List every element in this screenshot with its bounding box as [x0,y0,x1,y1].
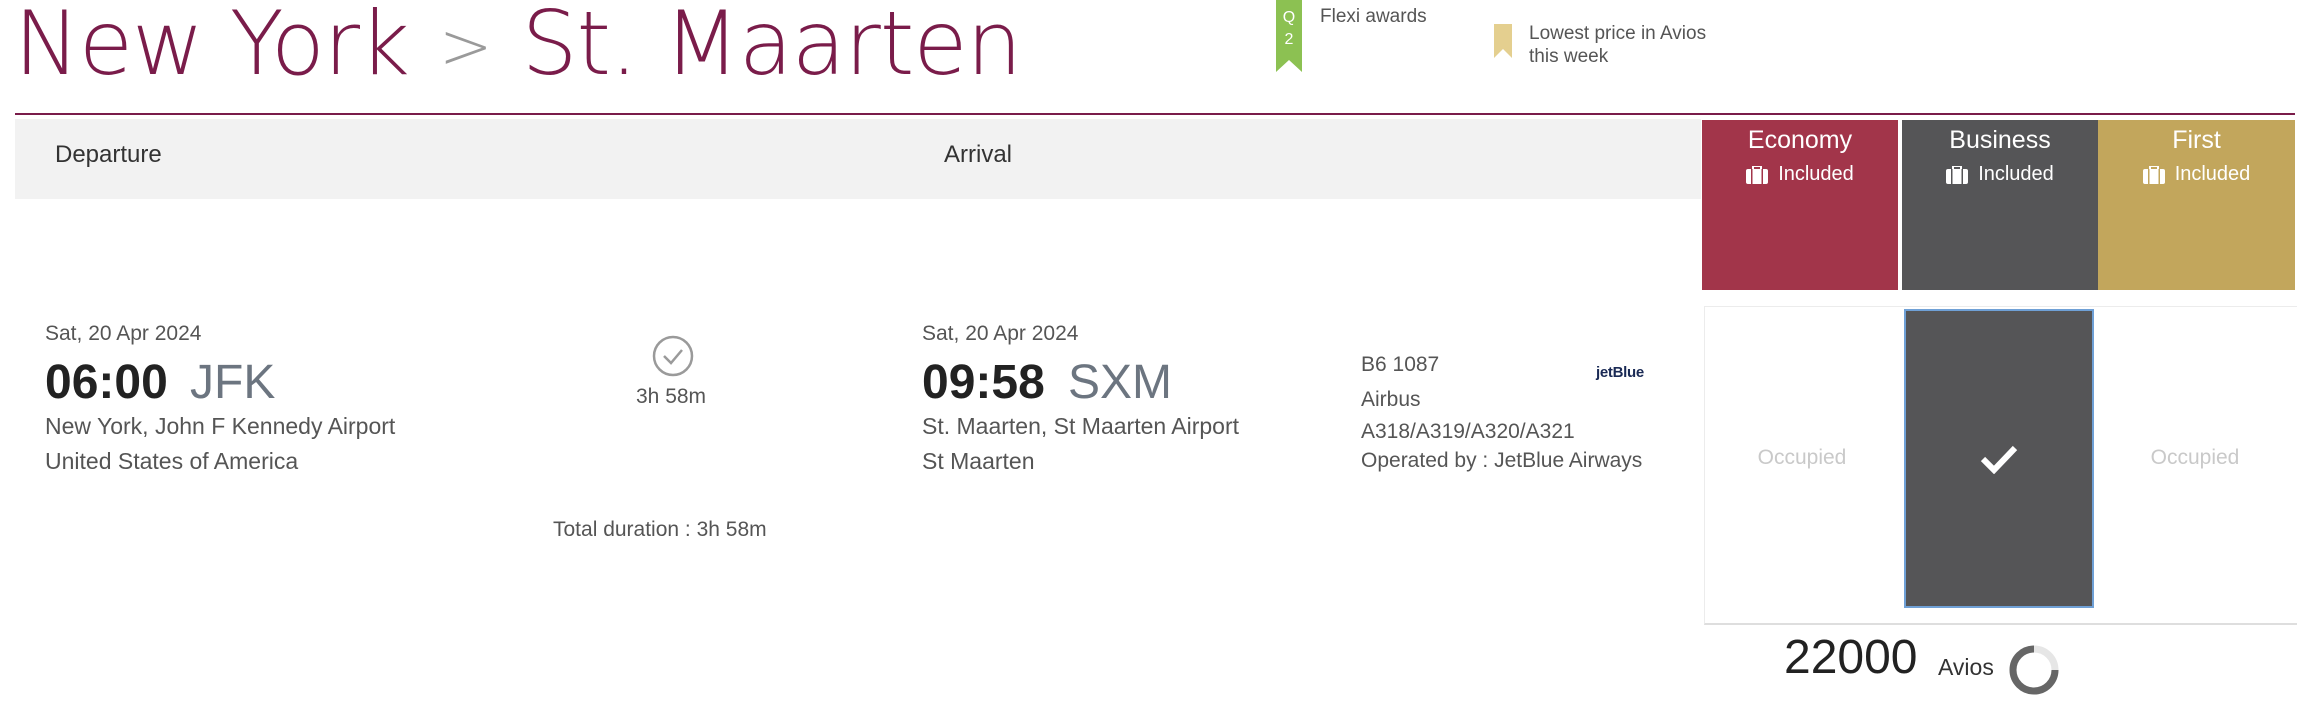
baggage-icon [1946,165,1969,184]
departure-date: Sat, 20 Apr 2024 [45,322,202,345]
baggage-info-business: Included [1946,163,2054,186]
departure-country: United States of America [45,448,299,474]
departure-location: New York, John F Kennedy Airport United … [45,409,395,479]
cabin-name-economy: Economy [1747,126,1853,154]
destination-city: St. Maarten [521,0,1023,95]
cabin-name-business: Business [1949,126,2051,154]
fare-business-selected[interactable] [1904,309,2094,608]
baggage-label-economy: Included [1778,163,1854,185]
arrival-airport-name: St. Maarten, St Maarten Airport [922,413,1240,439]
arrival-column-header: Arrival [944,141,1013,168]
route-separator: > [438,10,493,84]
bookmark-icon [1494,24,1512,58]
aircraft-type: Airbus A318/A319/A320/A321 [1361,384,1611,448]
departure-airport-code: JFK [190,356,276,409]
lowest-price-line1: Lowest price in Avios [1529,23,1707,44]
operated-by: Operated by : JetBlue Airways [1361,449,1643,472]
origin-city: New York [14,0,410,95]
lowest-price-label: Lowest price in Avios this week [1529,22,1749,68]
cabin-name-first: First [2172,126,2221,154]
nonstop-check-icon [652,335,694,377]
checkmark-icon [1980,445,2018,474]
cabin-header-first: First Included [2098,120,2295,290]
flight-duration: 3h 58m [636,385,707,408]
baggage-label-business: Included [1978,163,2054,185]
baggage-icon [2142,165,2165,184]
departure-airport-name: New York, John F Kennedy Airport [45,413,396,439]
baggage-info-economy: Included [1746,163,1854,186]
avios-price: 22000 [1784,631,1918,684]
flight-number: B6 1087 [1361,353,1440,376]
baggage-label-first: Included [2174,163,2251,185]
page-title: New York > St. Maarten [14,0,1023,95]
aircraft-line1: Airbus [1361,388,1421,411]
baggage-icon [1746,165,1769,184]
lowest-price-line2: this week [1529,46,1609,67]
airline-logo: jetBlue [1596,364,1644,381]
flexi-badge-text-2: 2 [1285,31,1294,48]
flexi-award-badge-icon: Q 2 [1276,0,1302,72]
header-divider [15,113,2295,115]
flexi-awards-label: Flexi awards [1320,6,1427,27]
fare-economy-occupied: Occupied [1757,446,1847,469]
departure-time: 06:00 [45,356,168,409]
arrival-time: 09:58 [922,356,1045,409]
arrival-country: St Maarten [922,448,1035,474]
cabin-header-economy: Economy Included [1702,120,1898,290]
baggage-info-first: Included [2142,163,2251,186]
arrival-date: Sat, 20 Apr 2024 [922,322,1079,345]
aircraft-line2: A318/A319/A320/A321 [1361,420,1575,443]
flexi-badge-text-q: Q [1283,9,1295,26]
cabin-header-business: Business Included [1902,120,2098,290]
avios-unit: Avios [1938,654,1994,680]
fare-first-occupied: Occupied [2150,446,2240,469]
total-duration: Total duration : 3h 58m [553,518,767,541]
results-header-bar [15,119,1701,199]
loading-spinner-icon [2009,645,2059,695]
arrival-airport-code: SXM [1068,356,1173,409]
arrival-location: St. Maarten, St Maarten Airport St Maart… [922,409,1239,479]
departure-column-header: Departure [55,141,162,168]
